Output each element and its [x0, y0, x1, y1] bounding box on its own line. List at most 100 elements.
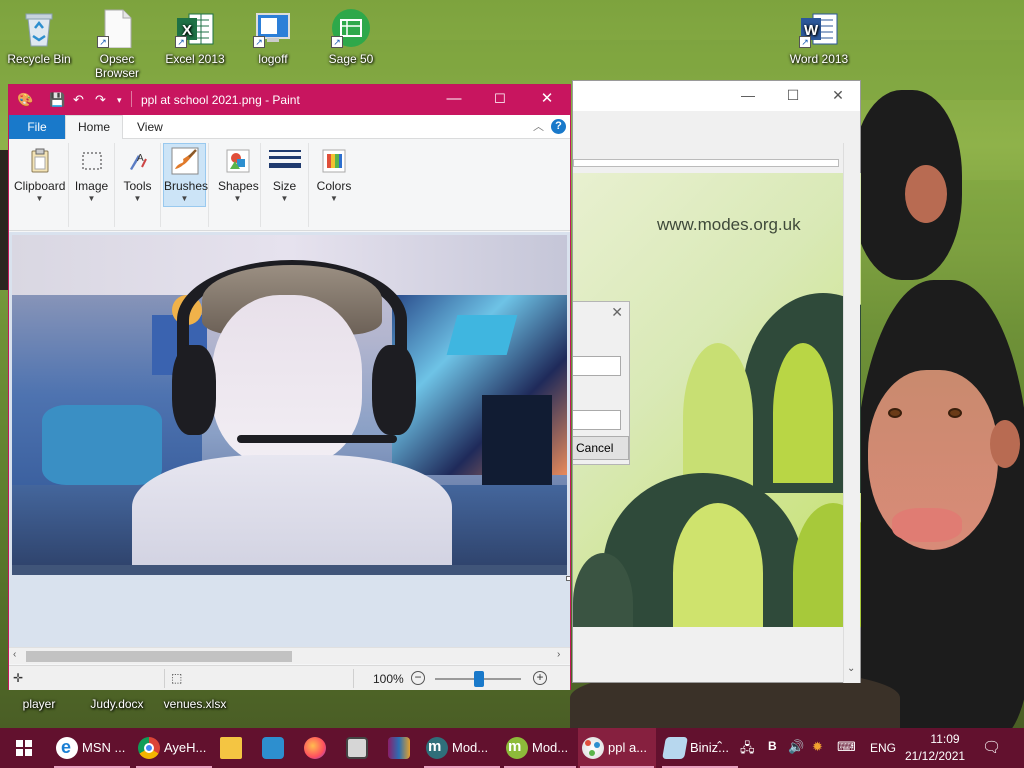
- taskbar-item-msn[interactable]: e MSN ...: [52, 728, 132, 768]
- paint-app-icon[interactable]: 🎨: [17, 92, 33, 108]
- ribbon-group-brushes[interactable]: Brushes ▼: [161, 143, 209, 227]
- clipboard-icon: [26, 147, 54, 175]
- svg-text:A: A: [137, 153, 144, 164]
- network-icon[interactable]: 🖧: [740, 739, 755, 761]
- password-field[interactable]: [573, 410, 621, 430]
- zoom-level: 100%: [373, 672, 404, 686]
- language-indicator[interactable]: ENG: [870, 741, 896, 755]
- background-window[interactable]: — ☐ ✕ www.modes.org.uk ✕ Cancel ⌄: [572, 80, 861, 683]
- maximize-icon[interactable]: ☐: [477, 85, 523, 115]
- desktop-icon-label: Excel 2013: [165, 52, 225, 66]
- volume-icon[interactable]: 🔊: [788, 739, 804, 755]
- ribbon-group-clipboard[interactable]: Clipboard ▼: [11, 143, 69, 227]
- paint-window[interactable]: 🎨 💾 ↶ ↷ ▾ ppl at school 2021.png - Paint…: [8, 84, 571, 690]
- tab-home[interactable]: Home: [65, 115, 123, 140]
- help-icon[interactable]: ?: [551, 119, 566, 134]
- desktop-icon-word[interactable]: W ↗ Word 2013: [780, 8, 858, 66]
- canvas-resize-handle[interactable]: [566, 576, 570, 581]
- desktop-icon-vlc-player[interactable]: player: [0, 697, 78, 711]
- username-field[interactable]: [573, 356, 621, 376]
- close-icon[interactable]: ✕: [611, 304, 623, 321]
- chrome-icon: [138, 737, 160, 759]
- taskbar-item-notepad[interactable]: Biniz...: [660, 728, 740, 768]
- ribbon-group-size[interactable]: Size ▼: [261, 143, 309, 227]
- desktop-icon-logoff[interactable]: ↗ logoff: [234, 8, 312, 66]
- taskbar-item-control-panel[interactable]: [258, 728, 292, 768]
- chevron-down-icon: ▼: [87, 194, 96, 203]
- photo-headphone: [172, 345, 216, 435]
- cancel-button[interactable]: Cancel: [573, 436, 629, 460]
- shortcut-arrow-icon: ↗: [799, 36, 811, 48]
- chevron-up-icon[interactable]: ︿: [533, 118, 544, 134]
- desktop-icon-excel[interactable]: X ↗ Excel 2013: [156, 8, 234, 66]
- maximize-icon[interactable]: ☐: [778, 85, 808, 107]
- tray-badge[interactable]: B: [768, 739, 777, 753]
- zoom-out-icon[interactable]: −: [411, 671, 425, 685]
- desktop-icon-recycle-bin[interactable]: Recycle Bin: [0, 8, 78, 66]
- clock-date[interactable]: 21/12/2021: [905, 749, 965, 763]
- notepad-icon: [662, 737, 688, 759]
- shapes-icon: [224, 147, 252, 175]
- redo-icon[interactable]: ↷: [95, 92, 106, 108]
- zoom-in-icon[interactable]: +: [533, 671, 547, 685]
- zoom-slider-thumb[interactable]: [474, 671, 484, 687]
- start-button[interactable]: [0, 728, 48, 768]
- background-window-frame: [573, 159, 839, 167]
- ribbon-group-shapes[interactable]: Shapes ▼: [215, 143, 261, 227]
- desktop-icon-judy-docx[interactable]: Judy.docx: [78, 697, 156, 711]
- tab-file[interactable]: File: [9, 115, 65, 139]
- scroll-down-icon[interactable]: ⌄: [847, 663, 855, 674]
- ribbon-group-image[interactable]: Image ▼: [69, 143, 115, 227]
- background-window-titlebar[interactable]: — ☐ ✕: [573, 81, 860, 111]
- chevron-down-icon: ▼: [233, 194, 242, 203]
- desktop-icon-label: Recycle Bin: [7, 52, 71, 66]
- desktop-icon-venues-xlsx[interactable]: venues.xlsx: [156, 697, 234, 711]
- taskbar-item-paint[interactable]: ppl a...: [578, 728, 656, 768]
- canvas-area[interactable]: [9, 232, 570, 647]
- save-icon[interactable]: 💾: [49, 92, 65, 108]
- tab-view[interactable]: View: [137, 120, 163, 134]
- selection-size-icon: ⬚: [171, 671, 183, 685]
- cursor-position-icon: ✛: [13, 671, 24, 685]
- clock-time[interactable]: 11:09: [921, 732, 969, 746]
- paint-titlebar[interactable]: 🎨 💾 ↶ ↷ ▾ ppl at school 2021.png - Paint…: [9, 85, 570, 115]
- minimize-icon[interactable]: —: [431, 85, 477, 115]
- close-icon[interactable]: ✕: [823, 85, 853, 107]
- undo-icon[interactable]: ↶: [73, 92, 84, 108]
- taskbar-item-file-explorer[interactable]: [216, 728, 250, 768]
- taskbar-item-chrome[interactable]: AyeH...: [134, 728, 214, 768]
- quick-access-dropdown-icon[interactable]: ▾: [117, 95, 122, 106]
- taskbar-item-modes-2[interactable]: m Mod...: [502, 728, 578, 768]
- horizontal-scrollbar[interactable]: ‹ ›: [9, 647, 570, 664]
- desktop-icon-label: logoff: [258, 52, 288, 66]
- canvas-image[interactable]: [12, 235, 567, 575]
- desktop-icon-label: Judy.docx: [90, 697, 144, 711]
- taskbar-item-firefox[interactable]: [300, 728, 334, 768]
- ribbon-group-tools[interactable]: A Tools ▼: [115, 143, 161, 227]
- settings-gear-icon[interactable]: ✹: [812, 739, 823, 755]
- ribbon-label: Clipboard: [14, 179, 66, 193]
- minimize-icon[interactable]: —: [733, 85, 763, 107]
- scrollbar-thumb[interactable]: [26, 651, 292, 662]
- chevron-up-icon[interactable]: ⌃: [715, 739, 724, 752]
- notifications-icon[interactable]: 🗨: [982, 738, 1001, 756]
- photo-background: [42, 405, 162, 485]
- close-icon[interactable]: ✕: [524, 85, 570, 115]
- window-title: ppl at school 2021.png - Paint: [141, 93, 300, 107]
- login-dialog[interactable]: ✕ Cancel: [573, 301, 630, 465]
- ribbon-group-colors[interactable]: Colors ▼: [311, 143, 357, 227]
- keyboard-icon[interactable]: ⌨: [837, 739, 856, 755]
- desktop-icon-label: Word 2013: [789, 52, 849, 66]
- scroll-right-icon[interactable]: ›: [557, 649, 560, 660]
- ribbon-tabs: File Home View ︿ ?: [9, 115, 570, 140]
- colors-icon: [320, 147, 348, 175]
- shortcut-arrow-icon: ↗: [253, 36, 265, 48]
- vertical-scrollbar[interactable]: ⌄: [843, 143, 860, 683]
- taskbar-item-winrar[interactable]: [384, 728, 418, 768]
- taskbar-item-modes-1[interactable]: m Mod...: [422, 728, 502, 768]
- desktop-icon-sage[interactable]: ↗ Sage 50: [312, 8, 390, 66]
- taskbar-item-app[interactable]: [342, 728, 376, 768]
- desktop-icon-opsec-browser[interactable]: ↗ Opsec Browser: [78, 8, 156, 80]
- scroll-left-icon[interactable]: ‹: [13, 649, 16, 660]
- desktop-icon-label: player: [22, 697, 56, 711]
